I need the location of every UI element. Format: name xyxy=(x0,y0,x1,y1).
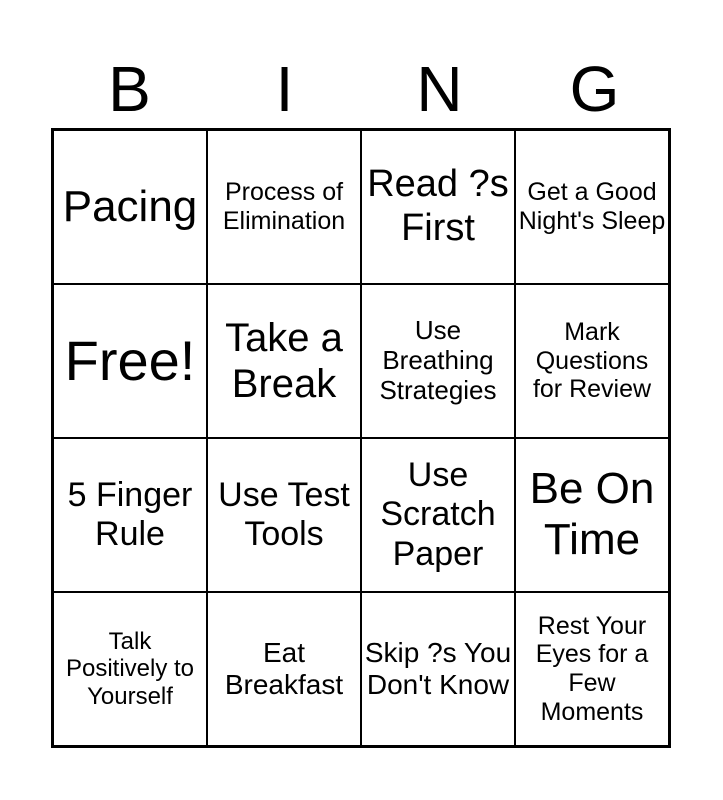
cell-text: Be On Time xyxy=(529,464,655,564)
cell-text: Get a Good Night's Sleep xyxy=(518,178,666,235)
bingo-cell[interactable]: Get a Good Night's Sleep xyxy=(515,130,669,284)
header-letter: I xyxy=(275,53,294,125)
bingo-cell[interactable]: Take a Break xyxy=(207,284,361,438)
header-letter: N xyxy=(416,53,463,125)
bingo-grid: Pacing Process of Elimination Read ?s Firs… xyxy=(51,128,671,748)
header-letter: B xyxy=(108,53,151,125)
cell-text: Eat Breakfast xyxy=(224,636,344,700)
bingo-cell[interactable]: Talk Positively to Yourself xyxy=(53,592,207,746)
cell-text: Free! xyxy=(64,328,196,392)
bingo-cell[interactable]: Free! xyxy=(53,284,207,438)
bingo-cell[interactable]: Read ?s First xyxy=(361,130,515,284)
cell-text: 5 Finger Rule xyxy=(67,475,193,553)
cell-text: Talk Positively to Yourself xyxy=(65,627,195,710)
cell-text: Pacing xyxy=(62,181,198,231)
cell-text: Rest Your Eyes for a Few Moments xyxy=(535,611,649,726)
cell-text: Mark Questions for Review xyxy=(532,317,652,404)
header-letter: G xyxy=(569,53,620,125)
bingo-cell[interactable]: Use Breathing Strategies xyxy=(361,284,515,438)
cell-text: Process of Elimination xyxy=(222,178,346,235)
bingo-cell[interactable]: Rest Your Eyes for a Few Moments xyxy=(515,592,669,746)
cell-text: Take a Break xyxy=(225,316,343,406)
cell-text: Use Scratch Paper xyxy=(380,456,496,573)
cell-text: Skip ?s You Don't Know xyxy=(364,636,512,700)
cell-text: Use Breathing Strategies xyxy=(379,315,497,405)
cell-text: Read ?s First xyxy=(367,163,509,249)
bingo-cell[interactable]: Use Scratch Paper xyxy=(361,438,515,592)
bingo-cell[interactable]: Skip ?s You Don't Know xyxy=(361,592,515,746)
bingo-cell[interactable]: Be On Time xyxy=(515,438,669,592)
bingo-cell[interactable]: Pacing xyxy=(53,130,207,284)
bingo-cell[interactable]: Process of Elimination xyxy=(207,130,361,284)
bingo-cell[interactable]: 5 Finger Rule xyxy=(53,438,207,592)
bingo-cell[interactable]: Use Test Tools xyxy=(207,438,361,592)
cell-text: Use Test Tools xyxy=(218,475,350,553)
bingo-cell[interactable]: Mark Questions for Review xyxy=(515,284,669,438)
bingo-cell[interactable]: Eat Breakfast xyxy=(207,592,361,746)
